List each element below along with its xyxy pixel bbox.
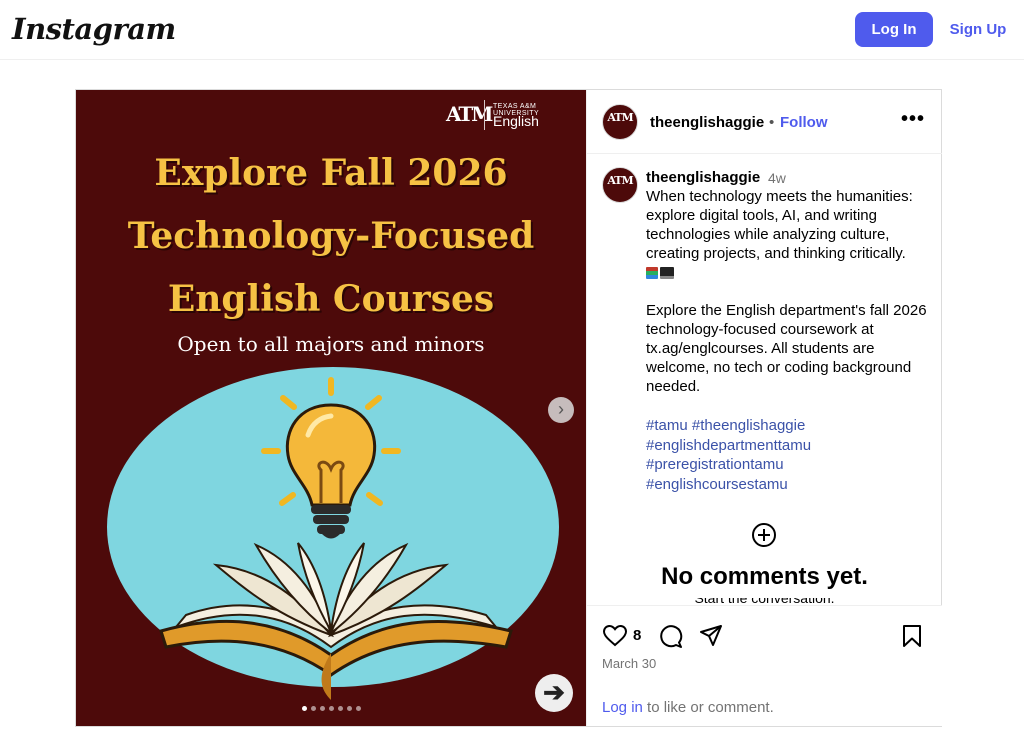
logo-divider: [484, 100, 485, 130]
hashtag-link[interactable]: #englishdepartmenttamu: [646, 437, 811, 454]
headline-line-3: English Courses: [167, 278, 495, 320]
post-username[interactable]: theenglishaggie: [650, 114, 764, 131]
login-suffix: to like or comment.: [647, 699, 774, 716]
image-headline: Explore Fall 2026 Technology-Focused Eng…: [76, 142, 586, 331]
carousel-dot: [301, 706, 307, 711]
post-header: ATM theenglishaggie • Follow •••: [587, 90, 942, 154]
hashtag-link[interactable]: #englishcoursestamu: [646, 476, 788, 493]
logo-department-text: English: [493, 113, 539, 129]
hashtag-link[interactable]: #theenglishaggie: [692, 417, 805, 434]
header-separator: •: [769, 114, 775, 131]
hashtag-list: #tamu #theenglishaggie #englishdepartmen…: [646, 416, 931, 494]
post-side-panel: ATM theenglishaggie • Follow ••• ATM the…: [586, 90, 942, 726]
signup-button[interactable]: Sign Up: [945, 12, 1011, 47]
hashtag-link[interactable]: #tamu: [646, 417, 688, 434]
post-card: ATM TEXAS A&M UNIVERSITY English Explore…: [75, 89, 942, 727]
post-date[interactable]: March 30: [602, 656, 656, 671]
tamu-english-logo: ATM TEXAS A&M UNIVERSITY English: [446, 100, 581, 130]
heart-icon[interactable]: [602, 623, 628, 649]
image-subline: Open to all majors and minors: [177, 332, 485, 356]
no-comments-title: No comments yet.: [661, 563, 868, 590]
login-link[interactable]: Log in: [602, 699, 643, 716]
send-icon[interactable]: [698, 623, 724, 649]
caption-avatar-mark: ATM: [607, 174, 633, 187]
avatar[interactable]: ATM: [602, 104, 638, 140]
more-horizontal-icon[interactable]: •••: [901, 108, 925, 131]
carousel-dot: [328, 706, 334, 711]
instagram-logo[interactable]: Instagram: [12, 12, 176, 46]
headline-line-1: Explore Fall 2026: [154, 152, 508, 194]
carousel-dots: [295, 706, 367, 712]
avatar-mark: ATM: [607, 111, 633, 124]
carousel-dot: [310, 706, 316, 711]
carousel-dot: [346, 706, 352, 711]
caption-text: When technology meets the humanities: ex…: [646, 187, 931, 396]
like-count[interactable]: 8: [633, 627, 641, 644]
books-emoji-icon: [646, 267, 658, 279]
top-nav: Instagram Log In Sign Up: [0, 0, 1024, 60]
caption-paragraph-1: When technology meets the humanities: ex…: [646, 188, 913, 262]
plus-circle-icon[interactable]: [751, 522, 777, 548]
caption-username[interactable]: theenglishaggie: [646, 169, 760, 186]
hashtag-link[interactable]: #preregistrationtamu: [646, 456, 784, 473]
carousel-dot: [319, 706, 325, 711]
follow-button[interactable]: Follow: [780, 114, 828, 131]
laptop-emoji-icon: [660, 267, 674, 279]
post-actions: 8 March 30 Log in to like or comment.: [587, 605, 942, 726]
carousel-dot: [337, 706, 343, 711]
login-button[interactable]: Log In: [855, 12, 933, 47]
arrow-right-icon[interactable]: ➔: [535, 674, 573, 712]
chevron-right-icon[interactable]: ›: [548, 397, 574, 423]
caption-avatar[interactable]: ATM: [602, 167, 638, 203]
carousel-dot: [355, 706, 361, 711]
caption-emojis: [646, 264, 931, 282]
comment-icon[interactable]: [657, 623, 683, 649]
headline-line-2: Technology-Focused: [127, 215, 535, 257]
login-prompt: Log in to like or comment.: [602, 699, 774, 716]
bookmark-icon[interactable]: [899, 623, 925, 649]
lightbulb-book-illustration: [107, 367, 559, 700]
caption-paragraph-2: Explore the English department's fall 20…: [646, 302, 927, 395]
caption-timestamp[interactable]: 4w: [768, 170, 786, 186]
post-image[interactable]: ATM TEXAS A&M UNIVERSITY English Explore…: [76, 90, 586, 726]
